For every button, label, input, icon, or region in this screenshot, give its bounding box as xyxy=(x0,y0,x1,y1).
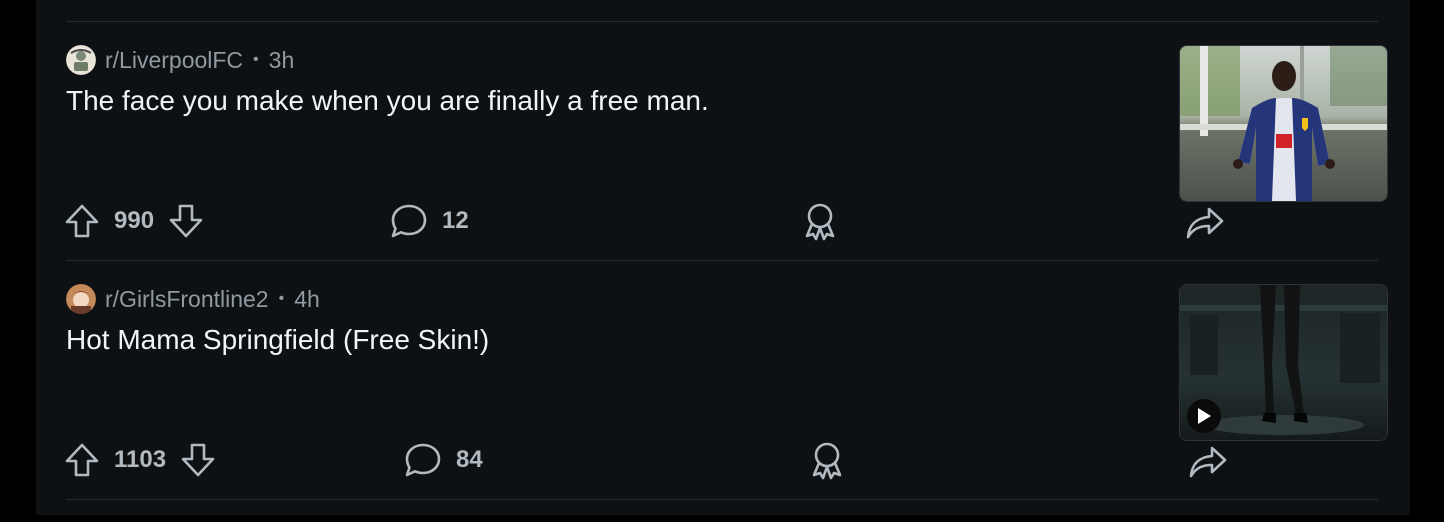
post-thumbnail[interactable] xyxy=(1179,284,1388,441)
vote-group: 990 xyxy=(64,203,204,239)
downvote-icon[interactable] xyxy=(180,442,216,478)
subreddit-avatar-icon[interactable] xyxy=(66,284,96,314)
post-title[interactable]: The face you make when you are finally a… xyxy=(66,85,709,117)
upvote-icon[interactable] xyxy=(64,203,100,239)
subreddit-name[interactable]: r/GirlsFrontline2 xyxy=(105,286,269,313)
post-age: 4h xyxy=(294,285,320,312)
post-age: 3h xyxy=(268,46,295,73)
share-icon xyxy=(1186,207,1224,239)
post-card[interactable]: r/LiverpoolFC • 3h The face you make whe… xyxy=(0,45,1444,283)
feed-divider xyxy=(66,499,1378,500)
award-button[interactable] xyxy=(801,201,839,241)
vote-count: 990 xyxy=(114,207,155,234)
post-actions: 1103 84 xyxy=(0,438,1444,480)
comment-icon xyxy=(391,204,427,238)
share-icon xyxy=(1189,446,1227,478)
vote-group: 1103 xyxy=(64,442,216,478)
comment-count: 84 xyxy=(456,446,483,473)
downvote-icon[interactable] xyxy=(168,203,204,239)
comments-button[interactable]: 12 xyxy=(390,203,483,239)
post-meta: r/LiverpoolFC • 3h xyxy=(66,45,294,75)
feed-divider xyxy=(66,260,1378,261)
post-actions: 990 12 xyxy=(0,199,1444,241)
post-thumbnail[interactable] xyxy=(1179,45,1388,202)
award-icon xyxy=(805,203,835,241)
comment-count: 12 xyxy=(442,207,469,234)
vote-count: 1103 xyxy=(114,446,167,473)
meta-separator: • xyxy=(278,290,285,307)
comment-icon xyxy=(405,443,441,477)
award-icon xyxy=(812,442,842,480)
meta-separator: • xyxy=(253,51,259,68)
share-button[interactable] xyxy=(1185,205,1225,241)
post-title[interactable]: Hot Mama Springfield (Free Skin!) xyxy=(66,324,489,356)
video-play-icon xyxy=(1187,399,1221,433)
upvote-icon[interactable] xyxy=(64,442,100,478)
post-meta: r/GirlsFrontline2 • 4h xyxy=(66,284,320,314)
award-button[interactable] xyxy=(808,440,846,480)
share-button[interactable] xyxy=(1188,444,1228,480)
comments-button[interactable]: 84 xyxy=(404,442,497,478)
post-card[interactable]: r/GirlsFrontline2 • 4h Hot Mama Springfi… xyxy=(0,284,1444,522)
subreddit-name[interactable]: r/LiverpoolFC xyxy=(105,47,243,74)
feed-divider xyxy=(66,21,1378,22)
subreddit-avatar-icon[interactable] xyxy=(66,45,96,75)
